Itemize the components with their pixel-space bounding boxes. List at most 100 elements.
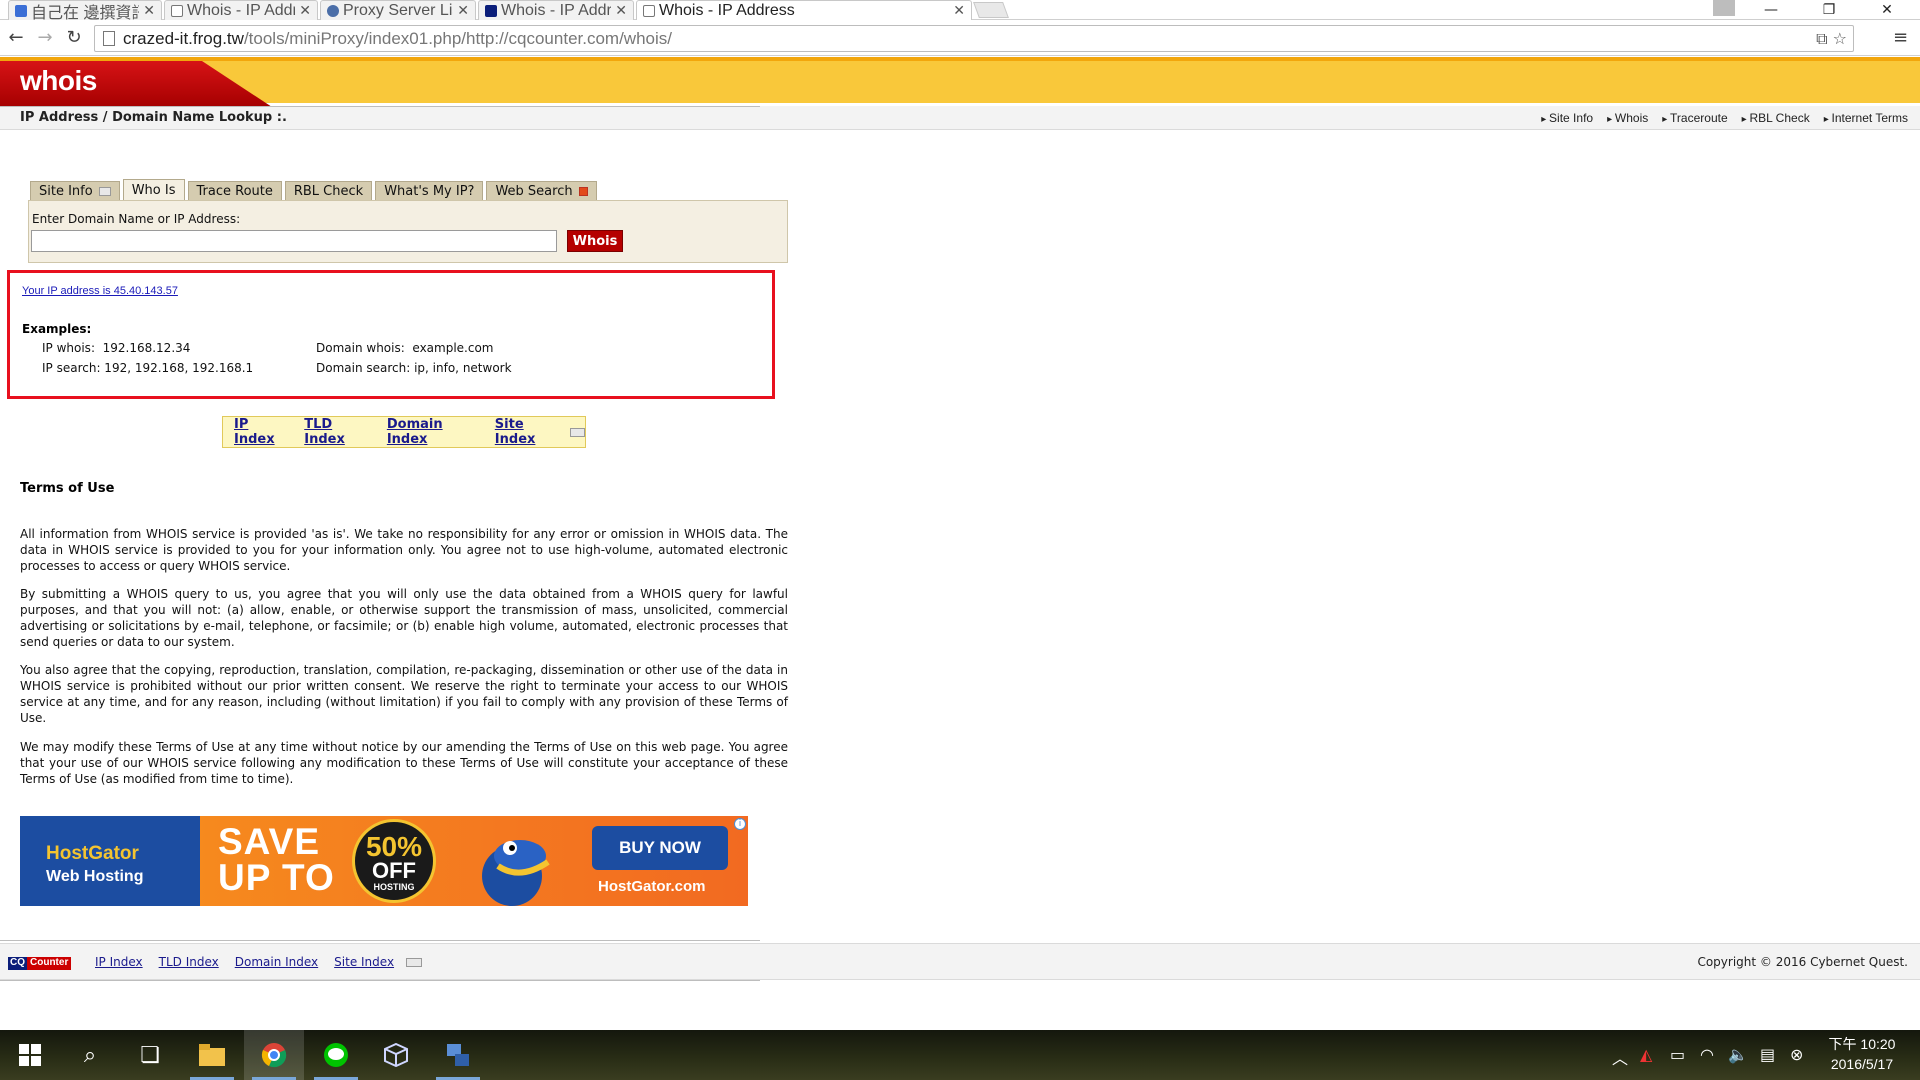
tab-label: Web Search: [495, 183, 573, 199]
terms-paragraph: All information from WHOIS service is pr…: [20, 527, 788, 573]
close-window-icon[interactable]: ✕: [1864, 0, 1910, 20]
footer-ip-index-link[interactable]: IP Index: [95, 955, 143, 969]
new-tab-button[interactable]: [973, 2, 1009, 18]
tab-who-is[interactable]: Who Is: [122, 179, 185, 200]
your-ip-link[interactable]: Your IP address is 45.40.143.57: [22, 285, 178, 297]
logo[interactable]: whois: [0, 61, 272, 107]
divider: [0, 106, 760, 107]
nav-whois[interactable]: Whois: [1607, 111, 1648, 125]
star-icon[interactable]: ☆: [1833, 29, 1847, 48]
ip-result-highlight: Your IP address is 45.40.143.57 Examples…: [7, 270, 775, 399]
translate-icon[interactable]: ⧉: [1816, 29, 1827, 48]
close-tab-icon[interactable]: ✕: [953, 2, 965, 19]
menu-icon[interactable]: ≡: [1893, 27, 1908, 48]
whois-button[interactable]: Whois: [567, 230, 623, 252]
tab-label: Trace Route: [196, 183, 273, 199]
ad-url: HostGator.com: [598, 878, 706, 895]
ad-upto-line: UP TO: [218, 857, 335, 898]
tab-rbl-check[interactable]: RBL Check: [284, 181, 373, 200]
cq-counter-logo[interactable]: CQ Counter: [8, 957, 72, 970]
close-tab-icon[interactable]: ✕: [143, 2, 155, 19]
example-ip-search: IP search: 192, 192.168, 192.168.1: [42, 361, 254, 375]
hostgator-ad-banner[interactable]: HostGator Web Hosting SAVE UP TO 50% OFF…: [20, 816, 748, 906]
tab-web-search[interactable]: Web Search: [486, 181, 597, 200]
url-host: crazed-it.frog.tw: [123, 28, 244, 48]
tab-label: Who Is: [131, 182, 176, 198]
page-icon: [643, 4, 655, 17]
footer-tld-index-link[interactable]: TLD Index: [159, 955, 219, 969]
ad-brand-panel: HostGator Web Hosting: [20, 816, 200, 906]
browser-tab-1[interactable]: 自己在 邊撰資訊 虛 ✕: [8, 0, 162, 20]
browser-tab-4[interactable]: Whois - IP Address ✕: [478, 0, 634, 20]
example-domain-search: Domain search: ip, info, network: [316, 361, 512, 375]
tld-index-link[interactable]: TLD Index: [304, 417, 371, 447]
reload-icon[interactable]: ↻: [63, 27, 85, 49]
ad-hosting: HOSTING: [373, 882, 415, 892]
address-bar[interactable]: crazed-it.frog.tw/tools/miniProxy/index0…: [94, 25, 1854, 52]
buy-now-button[interactable]: BUY NOW: [592, 826, 728, 870]
domain-index-link[interactable]: Domain Index: [387, 417, 479, 447]
acrobat-tray-icon[interactable]: ◭: [1640, 1045, 1652, 1064]
ad-off: OFF: [372, 858, 416, 883]
terms-paragraph: You also agree that the copying, reprodu…: [20, 663, 788, 725]
chrome-icon[interactable]: [244, 1030, 304, 1080]
domain-ip-input[interactable]: [31, 230, 557, 252]
windows-start-icon[interactable]: [0, 1030, 60, 1080]
tab-site-info[interactable]: Site Info: [30, 181, 120, 200]
minimize-icon[interactable]: —: [1748, 0, 1794, 20]
show-hidden-icons[interactable]: ︿: [1612, 1045, 1628, 1069]
taskbar-clock[interactable]: 下午 10:20 2016/5/17: [1822, 1034, 1902, 1074]
browser-tab-5-active[interactable]: Whois - IP Address ✕: [636, 0, 972, 20]
close-tab-icon[interactable]: ✕: [615, 2, 627, 19]
tab-trace-route[interactable]: Trace Route: [187, 181, 282, 200]
browser-toolbar: ← → ↻ crazed-it.frog.tw/tools/miniProxy/…: [0, 21, 1920, 56]
divider: [0, 980, 760, 981]
ad-info-icon[interactable]: i: [734, 818, 746, 830]
tab-whats-my-ip[interactable]: What's My IP?: [375, 181, 484, 200]
page-icon: [103, 31, 115, 46]
logo-text: whois: [20, 65, 97, 96]
tab-title: 自己在 邊撰資訊 虛: [31, 4, 139, 21]
ad-save-line: SAVE: [218, 821, 321, 862]
network-app-icon[interactable]: [428, 1030, 488, 1080]
ad-percent: 50%: [365, 831, 423, 862]
tab-title: Whois - IP Address: [501, 1, 611, 19]
nav-rbl-check[interactable]: RBL Check: [1742, 111, 1809, 125]
close-tab-icon[interactable]: ✕: [457, 2, 469, 19]
close-circle-icon[interactable]: ⊗: [1790, 1045, 1803, 1064]
file-explorer-icon[interactable]: [182, 1030, 242, 1080]
clock-time: 下午 10:20: [1828, 1036, 1896, 1052]
wifi-icon[interactable]: ◠: [1700, 1045, 1714, 1064]
browser-tab-2[interactable]: Whois - IP Address ✕: [164, 0, 318, 20]
profile-icon[interactable]: [1713, 0, 1735, 16]
back-arrow-icon[interactable]: ←: [5, 27, 27, 49]
footer-domain-index-link[interactable]: Domain Index: [235, 955, 318, 969]
nav-internet-terms[interactable]: Internet Terms: [1824, 111, 1908, 125]
ip-index-link[interactable]: IP Index: [234, 417, 288, 447]
box-app-icon[interactable]: [366, 1030, 426, 1080]
line-app-icon[interactable]: [306, 1030, 366, 1080]
search-icon[interactable]: ⌕: [60, 1030, 120, 1080]
ad-headline: SAVE UP TO: [218, 821, 335, 898]
top-navigation: Site Info Whois Traceroute RBL Check Int…: [1541, 111, 1908, 125]
tab-label: Site Info: [39, 183, 93, 199]
window-icon: [406, 957, 423, 967]
tab-label: RBL Check: [293, 183, 364, 199]
window-icon: [570, 427, 585, 437]
footer-site-index-link[interactable]: Site Index: [334, 955, 394, 969]
subheader-bar: IP Address / Domain Name Lookup :. Site …: [0, 106, 1920, 130]
nav-traceroute[interactable]: Traceroute: [1662, 111, 1728, 125]
restore-icon[interactable]: ❐: [1806, 0, 1852, 20]
battery-icon[interactable]: ▭: [1670, 1045, 1685, 1064]
site-index-link[interactable]: Site Index: [495, 417, 562, 447]
task-view-icon[interactable]: ❏: [120, 1030, 180, 1080]
forward-arrow-icon[interactable]: →: [34, 27, 56, 49]
page-icon: [171, 4, 183, 17]
nav-site-info[interactable]: Site Info: [1541, 111, 1593, 125]
omnibox-icons: ⧉ ☆: [1816, 29, 1847, 49]
action-center-icon[interactable]: ▤: [1760, 1045, 1775, 1064]
terms-paragraph: By submitting a WHOIS query to us, you a…: [20, 587, 788, 649]
close-tab-icon[interactable]: ✕: [299, 2, 311, 19]
volume-icon[interactable]: 🔈: [1728, 1045, 1748, 1064]
browser-tab-3[interactable]: Proxy Server List - L ✕: [320, 0, 476, 20]
